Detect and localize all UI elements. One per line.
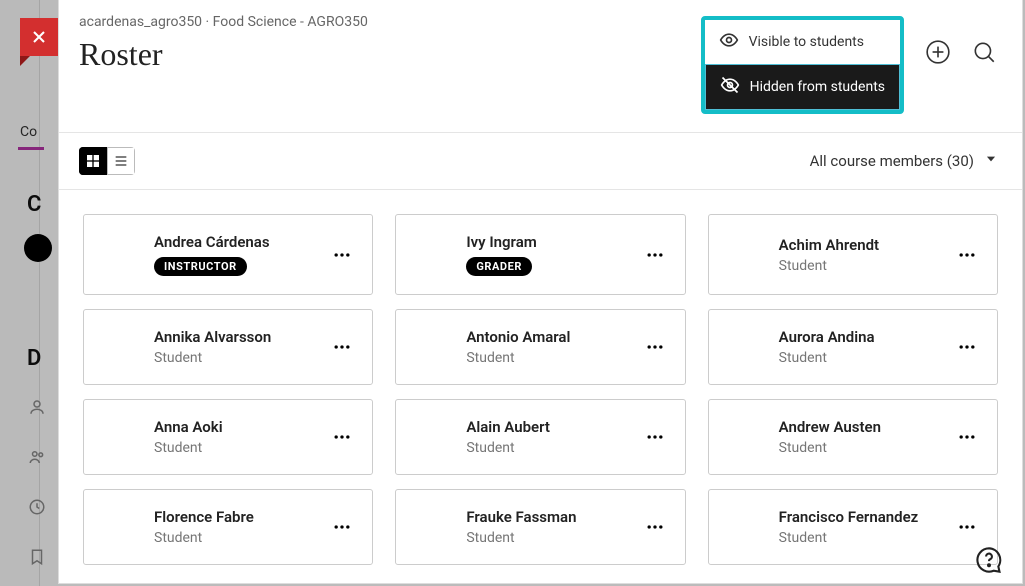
member-name: Aurora Andina bbox=[779, 328, 949, 346]
eye-off-icon bbox=[720, 75, 740, 99]
roster-card[interactable]: Antonio Amaral Student bbox=[395, 309, 685, 385]
role-badge: GRADER bbox=[466, 257, 532, 276]
add-button[interactable] bbox=[924, 38, 952, 66]
member-name: Francisco Fernandez bbox=[779, 508, 949, 526]
more-options-button[interactable] bbox=[324, 509, 360, 545]
roster-card[interactable]: Alain Aubert Student bbox=[395, 399, 685, 475]
visibility-toggle: Visible to students Hidden from students bbox=[701, 16, 904, 114]
help-button[interactable] bbox=[974, 545, 1004, 575]
role-badge: INSTRUCTOR bbox=[154, 257, 247, 276]
more-options-button[interactable] bbox=[637, 237, 673, 273]
breadcrumb: acardenas_agro350 · Food Science - AGRO3… bbox=[79, 14, 701, 30]
more-options-button[interactable] bbox=[324, 237, 360, 273]
member-role: Student bbox=[154, 530, 324, 546]
more-options-button[interactable] bbox=[637, 509, 673, 545]
member-role: Student bbox=[779, 258, 949, 274]
roster-card[interactable]: Ivy Ingram GRADER bbox=[395, 214, 685, 295]
member-name: Ivy Ingram bbox=[466, 233, 636, 251]
member-role: Student bbox=[779, 530, 949, 546]
roster-card[interactable]: Andrea Cárdenas INSTRUCTOR bbox=[83, 214, 373, 295]
roster-card[interactable]: Anna Aoki Student bbox=[83, 399, 373, 475]
member-name: Andrew Austen bbox=[779, 418, 949, 436]
member-role: Student bbox=[779, 350, 949, 366]
chevron-down-icon bbox=[984, 152, 998, 170]
member-role: Student bbox=[779, 440, 949, 456]
visible-to-students-option[interactable]: Visible to students bbox=[705, 20, 900, 64]
roster-panel: acardenas_agro350 · Food Science - AGRO3… bbox=[58, 0, 1023, 584]
more-options-button[interactable] bbox=[324, 329, 360, 365]
grid-view-button[interactable] bbox=[79, 147, 107, 175]
visibility-label: Hidden from students bbox=[750, 79, 885, 95]
more-options-button[interactable] bbox=[949, 329, 985, 365]
visibility-label: Visible to students bbox=[749, 34, 864, 50]
search-button[interactable] bbox=[970, 38, 998, 66]
member-role: Student bbox=[466, 440, 636, 456]
more-options-button[interactable] bbox=[637, 329, 673, 365]
member-name: Antonio Amaral bbox=[466, 328, 636, 346]
member-name: Alain Aubert bbox=[466, 418, 636, 436]
more-options-button[interactable] bbox=[949, 419, 985, 455]
roster-card[interactable]: Florence Fabre Student bbox=[83, 489, 373, 565]
more-options-button[interactable] bbox=[324, 419, 360, 455]
member-name: Annika Alvarsson bbox=[154, 328, 324, 346]
more-options-button[interactable] bbox=[949, 509, 985, 545]
filter-label: All course members (30) bbox=[810, 152, 974, 170]
filter-dropdown[interactable]: All course members (30) bbox=[810, 152, 998, 170]
more-options-button[interactable] bbox=[637, 419, 673, 455]
member-role: Student bbox=[466, 350, 636, 366]
roster-card[interactable]: Annika Alvarsson Student bbox=[83, 309, 373, 385]
roster-card[interactable]: Francisco Fernandez Student bbox=[708, 489, 998, 565]
member-name: Achim Ahrendt bbox=[779, 236, 949, 254]
roster-card[interactable]: Achim Ahrendt Student bbox=[708, 214, 998, 295]
roster-card[interactable]: Aurora Andina Student bbox=[708, 309, 998, 385]
more-options-button[interactable] bbox=[949, 237, 985, 273]
roster-card[interactable]: Andrew Austen Student bbox=[708, 399, 998, 475]
member-role: Student bbox=[466, 530, 636, 546]
member-role: Student bbox=[154, 440, 324, 456]
member-name: Anna Aoki bbox=[154, 418, 324, 436]
list-view-button[interactable] bbox=[107, 147, 135, 175]
member-name: Frauke Fassman bbox=[466, 508, 636, 526]
close-button[interactable] bbox=[20, 18, 58, 56]
member-name: Andrea Cárdenas bbox=[154, 233, 324, 251]
eye-icon bbox=[719, 30, 739, 54]
page-title: Roster bbox=[79, 36, 701, 73]
member-role: Student bbox=[154, 350, 324, 366]
roster-card[interactable]: Frauke Fassman Student bbox=[395, 489, 685, 565]
hidden-from-students-option[interactable]: Hidden from students bbox=[705, 64, 900, 110]
member-name: Florence Fabre bbox=[154, 508, 324, 526]
